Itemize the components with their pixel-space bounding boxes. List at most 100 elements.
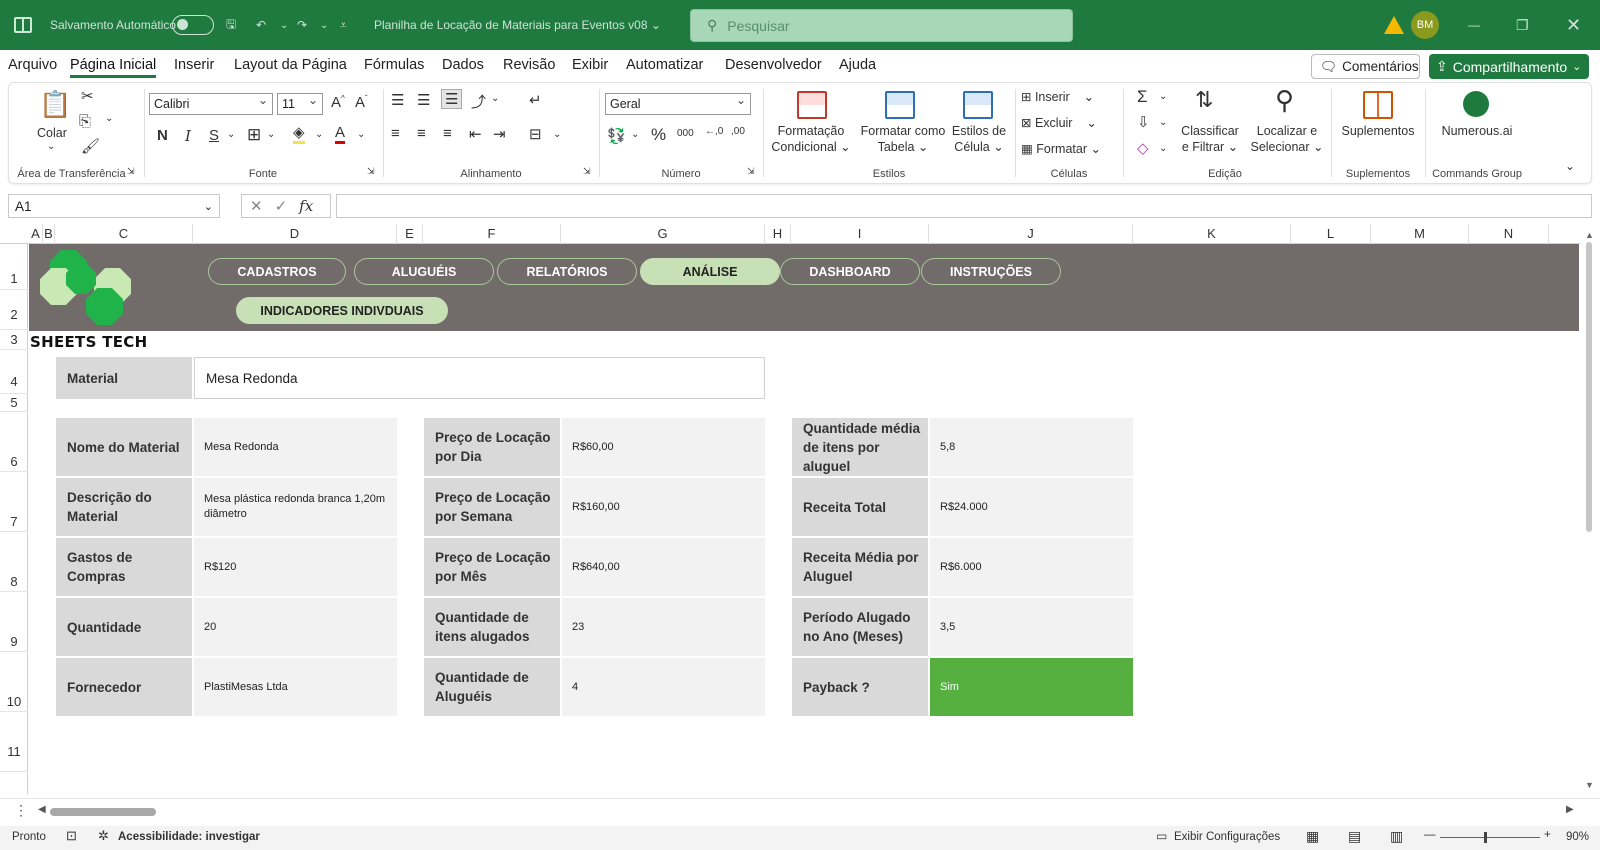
clear-dropdown-icon[interactable]: ⌄ — [1159, 143, 1167, 154]
underline-dropdown-icon[interactable]: ⌄ — [227, 129, 235, 140]
borders-dropdown-icon[interactable]: ⌄ — [267, 129, 275, 140]
fill-dropdown-icon[interactable]: ⌄ — [1159, 117, 1167, 128]
tab-desenvolvedor[interactable]: Desenvolvedor — [725, 57, 822, 73]
autosum-icon[interactable]: Σ — [1137, 87, 1148, 107]
column-header[interactable]: J — [929, 224, 1133, 244]
row-header[interactable]: 4 — [0, 350, 28, 394]
tab-ajuda[interactable]: Ajuda — [839, 57, 876, 73]
paste-icon[interactable]: 📋 — [39, 89, 71, 120]
tab-arquivo[interactable]: Arquivo — [8, 57, 57, 73]
increase-font-icon[interactable]: A^ — [331, 94, 345, 111]
column-header[interactable]: C — [55, 224, 193, 244]
scroll-right-icon[interactable]: ▶ — [1566, 804, 1574, 815]
column-header[interactable]: E — [397, 224, 423, 244]
tab-revisao[interactable]: Revisão — [503, 57, 555, 73]
display-settings-icon[interactable]: ▭ — [1156, 829, 1167, 843]
row-header[interactable]: 3 — [0, 330, 28, 350]
cell-styles-button[interactable]: Estilos de Célula ⌄ — [951, 123, 1007, 155]
close-icon[interactable]: ✕ — [1566, 0, 1581, 50]
column-header[interactable]: F — [423, 224, 561, 244]
underline-icon[interactable]: S — [209, 127, 219, 144]
kpi-value[interactable]: R$640,00 — [562, 538, 765, 596]
tab-automatizar[interactable]: Automatizar — [626, 57, 703, 73]
kpi-value[interactable]: PlastiMesas Ltda — [194, 658, 397, 716]
increase-decimal-icon[interactable]: ←,0 — [705, 126, 723, 137]
horizontal-scroll-thumb[interactable] — [50, 808, 156, 816]
row-header[interactable]: 10 — [0, 652, 28, 712]
row-header[interactable]: 2 — [0, 290, 28, 330]
payback-value[interactable]: Sim — [930, 658, 1133, 716]
column-header[interactable]: H — [765, 224, 791, 244]
scroll-left-icon[interactable]: ◀ — [38, 804, 46, 815]
conditional-format-button[interactable]: Formatação Condicional ⌄ — [765, 123, 857, 155]
merge-dropdown-icon[interactable]: ⌄ — [553, 129, 561, 140]
currency-icon[interactable]: 💱 — [607, 127, 626, 145]
enter-icon[interactable]: ✓ — [275, 197, 288, 215]
borders-icon[interactable]: ⊞ — [247, 125, 261, 145]
tab-exibir[interactable]: Exibir — [572, 57, 608, 73]
sort-filter-button[interactable]: Classificar e Filtrar ⌄ — [1175, 123, 1245, 155]
name-box[interactable]: A1 ⌄ — [8, 194, 220, 218]
tab-inserir[interactable]: Inserir — [174, 57, 214, 73]
format-painter-icon[interactable]: 🖌 — [81, 137, 100, 155]
vertical-scrollbar[interactable]: ▲ ▼ — [1580, 230, 1600, 790]
kpi-value[interactable]: 23 — [562, 598, 765, 656]
clear-icon[interactable]: ◇ — [1137, 139, 1149, 157]
orientation-dropdown-icon[interactable]: ⌄ — [491, 93, 499, 104]
kpi-value[interactable]: Mesa plástica redonda branca 1,20m diâme… — [194, 478, 397, 536]
addins-button[interactable]: Suplementos — [1333, 123, 1423, 139]
redo-dropdown-icon[interactable]: ⌄ — [320, 0, 328, 50]
comments-button[interactable]: 🗨 Comentários — [1311, 54, 1420, 79]
align-top-icon[interactable]: ☰ — [391, 91, 404, 109]
zoom-level[interactable]: 90% — [1566, 831, 1589, 843]
tab-layout[interactable]: Layout da Página — [234, 57, 347, 73]
copy-dropdown-icon[interactable]: ⌄ — [105, 113, 113, 124]
kpi-value[interactable]: 5,8 — [930, 418, 1133, 476]
share-button[interactable]: ⇪ Compartilhamento ⌄ — [1429, 54, 1589, 79]
addins-icon[interactable] — [1363, 91, 1393, 119]
delete-cells-button[interactable]: ⊠ Excluir ⌄ — [1021, 115, 1097, 131]
page-layout-view-icon[interactable]: ▤ — [1348, 828, 1361, 845]
font-color-icon[interactable]: A — [335, 125, 346, 144]
kpi-value[interactable]: 20 — [194, 598, 397, 656]
kpi-value[interactable]: 4 — [562, 658, 765, 716]
sheet-options-icon[interactable]: ⋮ — [14, 802, 28, 819]
undo-icon[interactable]: ↶ — [256, 0, 266, 50]
nav-analise-button[interactable]: ANÁLISE — [640, 258, 780, 285]
restore-icon[interactable]: ❐ — [1516, 0, 1529, 50]
merge-center-icon[interactable]: ⊟ — [529, 125, 542, 143]
kpi-value[interactable]: R$24.000 — [930, 478, 1133, 536]
kpi-value[interactable]: R$6.000 — [930, 538, 1133, 596]
fill-color-icon[interactable]: ◈ — [293, 125, 305, 144]
wrap-text-icon[interactable]: ↵ — [529, 91, 542, 109]
column-header[interactable]: A — [29, 224, 43, 244]
number-launcher-icon[interactable]: ⇲ — [747, 166, 755, 177]
row-header[interactable]: 11 — [0, 712, 28, 772]
numerous-ai-icon[interactable] — [1463, 91, 1489, 117]
normal-view-icon[interactable]: ▦ — [1306, 828, 1319, 845]
column-header[interactable]: K — [1133, 224, 1291, 244]
row-header[interactable]: 6 — [0, 412, 28, 472]
scroll-up-icon[interactable]: ▲ — [1585, 230, 1594, 240]
collapse-ribbon-icon[interactable]: ⌄ — [1565, 159, 1575, 173]
kpi-value[interactable]: R$160,00 — [562, 478, 765, 536]
font-size-select[interactable]: 11 — [277, 93, 323, 115]
find-select-button[interactable]: Localizar e Selecionar ⌄ — [1249, 123, 1325, 155]
column-header[interactable]: M — [1371, 224, 1469, 244]
number-format-select[interactable]: Geral — [605, 93, 751, 115]
undo-dropdown-icon[interactable]: ⌄ — [280, 0, 288, 50]
save-icon[interactable]: 🖫 — [226, 0, 236, 50]
bold-icon[interactable]: N — [157, 127, 168, 144]
sort-filter-icon[interactable]: ⇅ — [1195, 87, 1213, 113]
autosum-dropdown-icon[interactable]: ⌄ — [1159, 91, 1167, 102]
format-table-icon[interactable] — [885, 91, 915, 119]
zoom-in-icon[interactable]: + — [1544, 829, 1551, 841]
name-box-dropdown-icon[interactable]: ⌄ — [204, 200, 213, 213]
cell-styles-icon[interactable] — [963, 91, 993, 119]
percent-icon[interactable]: % — [651, 125, 666, 145]
align-middle-icon[interactable]: ☰ — [417, 91, 430, 109]
horizontal-scrollbar[interactable]: ⋮ ◀ ▶ — [0, 798, 1600, 822]
warning-icon[interactable] — [1384, 0, 1404, 50]
format-cells-button[interactable]: ▦ Formatar ⌄ — [1021, 141, 1101, 157]
increase-indent-icon[interactable]: ⇥ — [493, 125, 506, 143]
